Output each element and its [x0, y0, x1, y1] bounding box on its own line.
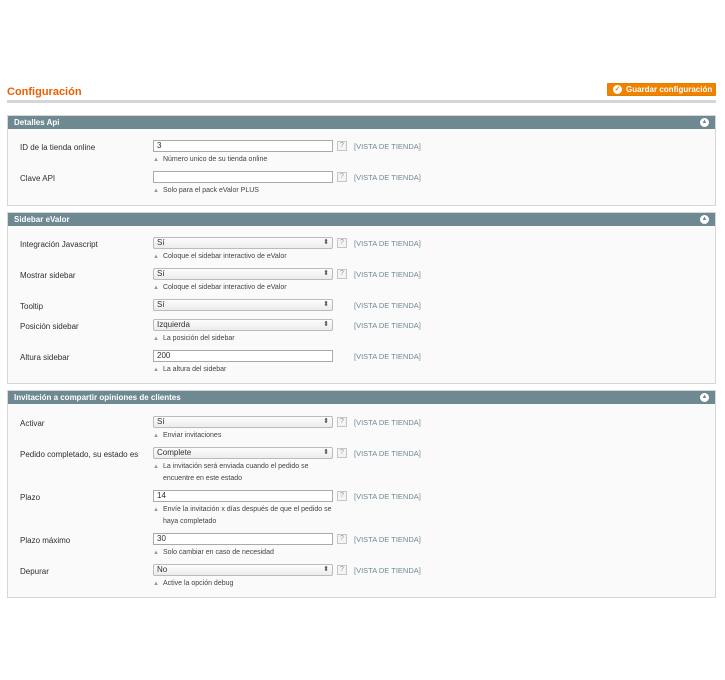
- save-config-label: Guardar configuración: [626, 85, 713, 94]
- section-header-sidebar-evalor[interactable]: Sidebar eValor ▲: [8, 213, 715, 226]
- note-triangle-icon: ▲: [153, 157, 159, 163]
- select-arrows-icon: ⬍: [323, 270, 329, 277]
- order-status-select[interactable]: Complete ⬍: [153, 447, 333, 459]
- show-sidebar-select[interactable]: Sí ⬍: [153, 268, 333, 280]
- field-label: Activar: [20, 419, 45, 428]
- field-note: ▲ La posición del sidebar: [153, 335, 235, 342]
- note-triangle-icon: ▲: [153, 285, 159, 291]
- max-delay-input[interactable]: 30: [153, 533, 333, 545]
- section-title: Detalles Api: [14, 118, 60, 127]
- field-label: Altura sidebar: [20, 353, 70, 362]
- scope-label: [VISTA DE TIENDA]: [354, 449, 421, 458]
- field-note: ▲ La invitación será enviada cuando el pe…: [153, 463, 309, 482]
- field-note: ▲ Solo cambiar en caso de necesidad: [153, 549, 274, 556]
- scope-label: [VISTA DE TIENDA]: [354, 270, 421, 279]
- note-triangle-icon: ▲: [153, 367, 159, 373]
- store-id-input[interactable]: 3: [153, 140, 333, 152]
- collapse-icon[interactable]: ▲: [700, 118, 709, 127]
- note-triangle-icon: ▲: [153, 507, 159, 513]
- sidebar-height-input[interactable]: 200: [153, 350, 333, 362]
- section-title: Sidebar eValor: [14, 215, 70, 224]
- help-icon[interactable]: ?: [337, 448, 347, 458]
- scope-label: [VISTA DE TIENDA]: [354, 301, 421, 310]
- debug-select[interactable]: No ⬍: [153, 564, 333, 576]
- js-integration-select[interactable]: Sí ⬍: [153, 237, 333, 249]
- note-triangle-icon: ▲: [153, 581, 159, 587]
- help-icon[interactable]: ?: [337, 534, 347, 544]
- field-label: Pedido completado, su estado es: [20, 450, 139, 459]
- select-arrows-icon: ⬍: [323, 449, 329, 456]
- field-note: ▲ La altura del sidebar: [153, 366, 227, 373]
- select-arrows-icon: ⬍: [323, 239, 329, 246]
- field-note: ▲ Número unico de su tienda online: [153, 156, 268, 163]
- scope-label: [VISTA DE TIENDA]: [354, 352, 421, 361]
- scope-label: [VISTA DE TIENDA]: [354, 566, 421, 575]
- field-label: Plazo máximo: [20, 536, 71, 545]
- help-icon[interactable]: ?: [337, 172, 347, 182]
- scope-label: [VISTA DE TIENDA]: [354, 418, 421, 427]
- field-label: Clave API: [20, 174, 56, 183]
- section-header-api-details[interactable]: Detalles Api ▲: [8, 116, 715, 129]
- field-label: Integración Javascript: [20, 240, 98, 249]
- scope-label: [VISTA DE TIENDA]: [354, 321, 421, 330]
- section-api-details: Detalles Api ▲ ID de la tienda online 3 …: [7, 115, 716, 206]
- scope-label: [VISTA DE TIENDA]: [354, 239, 421, 248]
- section-sidebar-evalor: Sidebar eValor ▲ Integración Javascript …: [7, 212, 716, 384]
- scope-label: [VISTA DE TIENDA]: [354, 173, 421, 182]
- note-triangle-icon: ▲: [153, 464, 159, 470]
- select-arrows-icon: ⬍: [323, 301, 329, 308]
- note-triangle-icon: ▲: [153, 433, 159, 439]
- help-icon[interactable]: ?: [337, 491, 347, 501]
- field-note: ▲ Envíe la invitación x días después de q…: [153, 506, 332, 525]
- section-review-invitation: Invitación a compartir opiniones de clie…: [7, 390, 716, 598]
- help-icon[interactable]: ?: [337, 141, 347, 151]
- field-label: Plazo: [20, 493, 41, 502]
- collapse-icon[interactable]: ▲: [700, 393, 709, 402]
- select-arrows-icon: ⬍: [323, 321, 329, 328]
- field-note: ▲ Solo para el pack eValor PLUS: [153, 187, 259, 194]
- select-arrows-icon: ⬍: [323, 418, 329, 425]
- delay-input[interactable]: 14: [153, 490, 333, 502]
- note-triangle-icon: ▲: [153, 188, 159, 194]
- field-note: ▲ Coloque el sidebar interactivo de eValo…: [153, 253, 287, 260]
- tooltip-select[interactable]: Sí ⬍: [153, 299, 333, 311]
- field-note: ▲ Enviar invitaciones: [153, 432, 222, 439]
- select-arrows-icon: ⬍: [323, 566, 329, 573]
- section-title: Invitación a compartir opiniones de clie…: [14, 393, 181, 402]
- field-label: Mostrar sidebar: [20, 271, 76, 280]
- field-label: ID de la tienda online: [20, 143, 96, 152]
- save-config-button[interactable]: ✓ Guardar configuración: [607, 83, 716, 96]
- page-title: Configuración: [7, 86, 82, 98]
- collapse-icon[interactable]: ▲: [700, 215, 709, 224]
- field-note: ▲ Active la opción debug: [153, 580, 234, 587]
- note-triangle-icon: ▲: [153, 336, 159, 342]
- scope-label: [VISTA DE TIENDA]: [354, 142, 421, 151]
- activate-select[interactable]: Sí ⬍: [153, 416, 333, 428]
- field-label: Depurar: [20, 567, 49, 576]
- scope-label: [VISTA DE TIENDA]: [354, 535, 421, 544]
- field-label: Posición sidebar: [20, 322, 79, 331]
- help-icon[interactable]: ?: [337, 269, 347, 279]
- help-icon[interactable]: ?: [337, 417, 347, 427]
- help-icon[interactable]: ?: [337, 565, 347, 575]
- header-divider: [7, 100, 716, 103]
- scope-label: [VISTA DE TIENDA]: [354, 492, 421, 501]
- section-header-review-invitation[interactable]: Invitación a compartir opiniones de clie…: [8, 391, 715, 404]
- field-note: ▲ Coloque el sidebar interactivo de eValo…: [153, 284, 287, 291]
- field-label: Tooltip: [20, 302, 44, 311]
- sidebar-position-select[interactable]: Izquierda ⬍: [153, 319, 333, 331]
- api-key-input[interactable]: [153, 171, 333, 183]
- help-icon[interactable]: ?: [337, 238, 347, 248]
- page-header: Configuración ✓ Guardar configuración: [7, 83, 716, 101]
- note-triangle-icon: ▲: [153, 550, 159, 556]
- checkmark-icon: ✓: [613, 85, 622, 94]
- note-triangle-icon: ▲: [153, 254, 159, 260]
